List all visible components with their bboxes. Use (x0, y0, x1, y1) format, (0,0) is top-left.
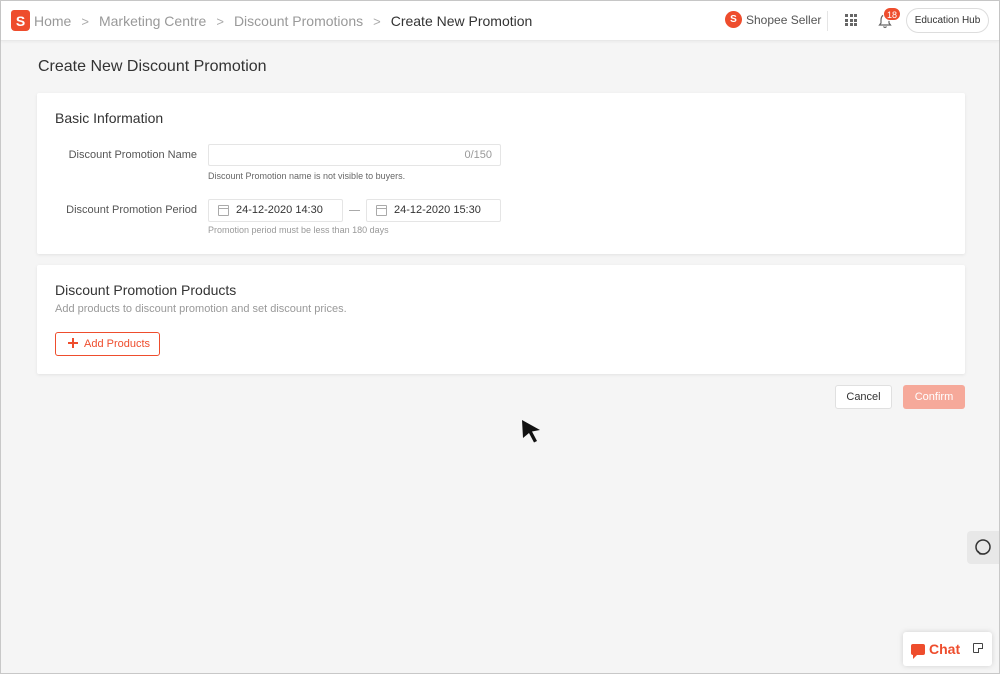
promotion-products-description: Add products to discount promotion and s… (55, 303, 347, 315)
confirm-button[interactable]: Confirm (903, 385, 965, 409)
start-date-value: 24-12-2020 14:30 (236, 204, 323, 216)
calendar-icon (376, 205, 387, 216)
add-products-label: Add Products (84, 338, 151, 350)
shopee-bag-icon: S (725, 11, 742, 28)
add-products-button[interactable]: Add Products (55, 332, 160, 356)
end-date-value: 24-12-2020 15:30 (394, 204, 481, 216)
shopee-seller-link[interactable]: S Shopee Seller (725, 11, 821, 28)
page-title: Create New Discount Promotion (38, 58, 267, 75)
headset-icon (975, 539, 991, 555)
chevron-right-icon: > (81, 13, 89, 29)
top-header: S Home > Marketing Centre > Discount Pro… (1, 1, 999, 41)
basic-information-title: Basic Information (55, 110, 164, 126)
breadcrumb-marketing-centre[interactable]: Marketing Centre (99, 13, 206, 29)
promotion-products-title: Discount Promotion Products (55, 282, 237, 298)
promotion-name-label: Discount Promotion Name (68, 149, 197, 161)
promotion-name-hint: Discount Promotion name is not visible t… (208, 171, 406, 181)
notification-badge: 18 (883, 7, 902, 21)
mouse-cursor-icon (522, 420, 540, 443)
promotion-period-hint: Promotion period must be less than 180 d… (208, 225, 389, 235)
header-divider (827, 11, 828, 31)
promotion-period-label: Discount Promotion Period (66, 204, 197, 216)
promotion-products-card: Discount Promotion Products Add products… (37, 265, 965, 374)
date-range-separator (349, 210, 360, 211)
name-char-counter: 0/150 (464, 149, 492, 161)
chevron-right-icon: > (216, 13, 224, 29)
chat-label: Chat (929, 641, 961, 657)
start-date-picker[interactable]: 24-12-2020 14:30 (208, 199, 343, 222)
customer-support-button[interactable] (967, 531, 999, 564)
apps-grid-icon[interactable] (845, 14, 857, 26)
calendar-icon (218, 205, 229, 216)
expand-icon[interactable] (973, 643, 983, 653)
breadcrumb-home[interactable]: Home (34, 13, 71, 29)
breadcrumb-discount-promotions[interactable]: Discount Promotions (234, 13, 363, 29)
seller-label: Shopee Seller (746, 12, 822, 27)
end-date-picker[interactable]: 24-12-2020 15:30 (366, 199, 501, 222)
chat-bubble-icon (911, 644, 925, 659)
cancel-button[interactable]: Cancel (835, 385, 892, 409)
education-hub-button[interactable]: Education Hub (906, 8, 989, 33)
chevron-right-icon: > (373, 13, 381, 29)
breadcrumb: Home > Marketing Centre > Discount Promo… (34, 13, 532, 29)
chat-widget[interactable]: Chat (903, 632, 992, 666)
promotion-name-input[interactable]: 0/150 (208, 144, 501, 166)
basic-information-card: Basic Information Discount Promotion Nam… (37, 93, 965, 254)
shopee-logo-icon[interactable]: S (11, 10, 30, 31)
plus-icon (68, 338, 78, 348)
breadcrumb-current: Create New Promotion (390, 13, 533, 29)
